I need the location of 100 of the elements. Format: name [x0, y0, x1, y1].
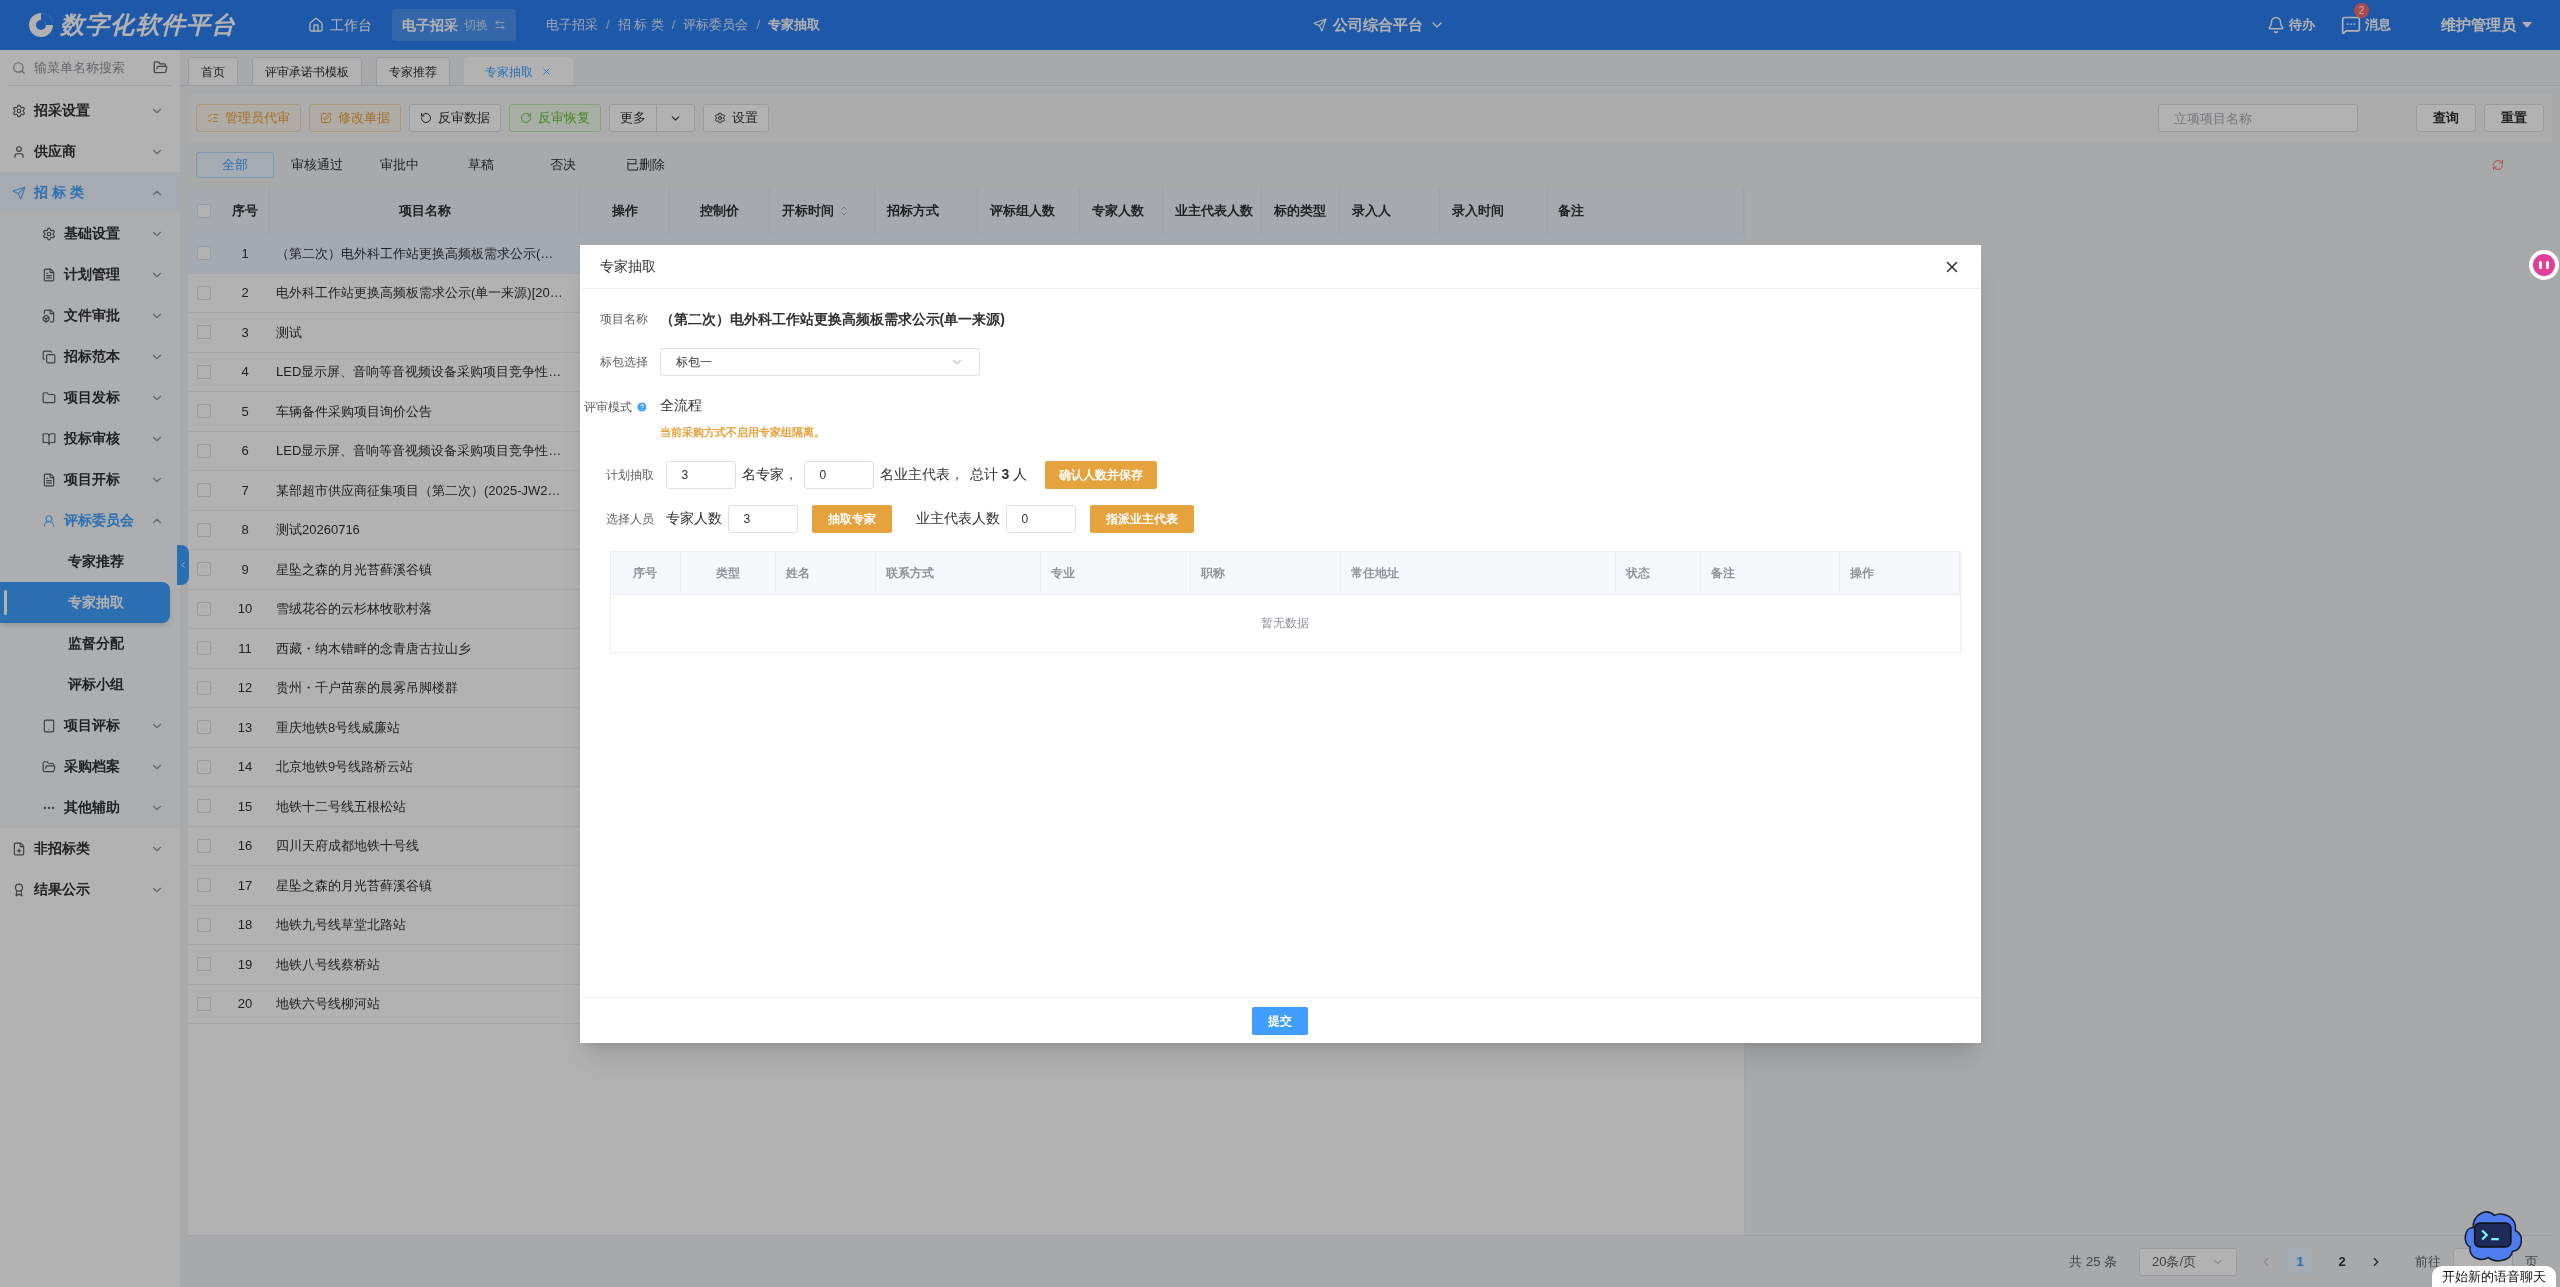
menu-icon	[42, 226, 56, 241]
checkbox[interactable]	[197, 522, 211, 537]
sidebar-item[interactable]: 采购档案	[0, 746, 180, 787]
status-tab[interactable]: 已删除	[606, 152, 684, 178]
close-tab-icon[interactable]	[541, 66, 552, 77]
more-dropdown-button[interactable]: 更多	[609, 104, 695, 132]
table-cell-text: 16	[237, 837, 253, 855]
sidebar-item[interactable]: 文件审批	[0, 295, 180, 336]
chevron-left-icon	[178, 560, 188, 570]
sidebar-item[interactable]: 项目开标	[0, 459, 180, 500]
sidebar-item[interactable]: 评标小组	[0, 664, 180, 705]
status-tab[interactable]: 草稿	[442, 152, 520, 178]
column-header: 录入时间	[1452, 201, 1504, 220]
folder-icon	[153, 60, 168, 75]
table-cell: 星坠之森的月光苔藓溪谷镇	[276, 877, 432, 893]
toolbar-button[interactable]: 设置	[703, 104, 769, 132]
page-tab[interactable]: 首页	[188, 57, 238, 85]
table-cell: LED显示屏、音响等音视频设备采购项目竞争性…	[276, 364, 562, 379]
refresh-icon[interactable]	[2492, 159, 2504, 171]
table-cell: 测试	[276, 324, 302, 340]
search-action-button[interactable]: 查询	[2416, 104, 2476, 132]
menu-icon	[42, 759, 56, 774]
status-tab[interactable]: 审核通过	[278, 152, 356, 178]
column-header: 序号	[633, 564, 657, 582]
selected-owner-field[interactable]: 0	[1005, 504, 1076, 533]
checkbox[interactable]	[197, 878, 211, 893]
sort-icon[interactable]	[838, 204, 850, 217]
column-header: 操作	[611, 201, 638, 220]
sidebar-item[interactable]: 投标审核	[0, 418, 180, 459]
column-header: 常住地址	[1350, 564, 1399, 582]
sidebar-item[interactable]: 其他辅助	[0, 787, 180, 828]
status-tab[interactable]: 否决	[524, 152, 602, 178]
checkbox[interactable]	[197, 680, 211, 695]
button-icon	[520, 112, 532, 124]
swap-icon	[494, 19, 506, 31]
checkbox[interactable]	[197, 720, 211, 735]
sidebar-item[interactable]: 基础设置	[0, 213, 180, 254]
package-select[interactable]: 标包一	[659, 348, 980, 376]
sidebar-item[interactable]: 项目评标	[0, 705, 180, 746]
sidebar-item[interactable]: 结果公示	[0, 869, 180, 910]
page-tab[interactable]: 专家推荐	[376, 57, 450, 85]
column-header: 专业	[1050, 564, 1075, 582]
checkbox[interactable]	[197, 443, 211, 458]
checkbox[interactable]	[197, 203, 211, 218]
checkbox[interactable]	[197, 404, 211, 419]
assistant-bubble[interactable]: 开始新的语音聊天	[2432, 1266, 2556, 1287]
isolation-hint: 当前采购方式不启用专家组隔离。	[659, 425, 825, 440]
selected-expert-field[interactable]: 3	[727, 504, 798, 533]
checkbox[interactable]	[197, 364, 211, 379]
checkbox[interactable]	[197, 325, 211, 340]
menu-icon	[42, 390, 56, 405]
checkbox[interactable]	[197, 996, 211, 1011]
menu-search-field[interactable]: 输菜单名称搜索	[34, 57, 145, 78]
checkbox[interactable]	[197, 483, 211, 498]
menu-icon	[42, 308, 56, 323]
collapse-handle[interactable]	[177, 545, 189, 585]
sidebar-item[interactable]: 计划管理	[0, 254, 180, 295]
checkbox[interactable]	[197, 759, 211, 774]
menu-icon	[12, 144, 26, 159]
breadcrumb-item: 专家抽取	[768, 16, 821, 35]
column-header: 控制价	[700, 201, 739, 220]
total-count: 共 25 条	[2069, 1252, 2117, 1271]
owner-count-field[interactable]: 0	[803, 460, 874, 489]
sidebar-item[interactable]: 供应商	[0, 131, 180, 172]
checkbox[interactable]	[197, 957, 211, 972]
sidebar-item[interactable]: 招标范本	[0, 336, 180, 377]
table-cell: 某部超市供应商征集项目（第二次）(2025-JW2…	[276, 482, 561, 498]
table-cell-text: 13	[237, 718, 253, 737]
checkbox[interactable]	[197, 601, 211, 616]
project-search-field[interactable]: 立项项目名称	[2158, 104, 2358, 132]
sidebar-item[interactable]: 非招标类	[0, 828, 180, 869]
checkbox[interactable]	[197, 838, 211, 853]
checkbox[interactable]	[197, 285, 211, 300]
column-header: 招标方式	[887, 201, 939, 220]
page-size-select[interactable]: 20条/页	[2139, 1247, 2237, 1276]
table-cell: 电外科工作站更换高频板需求公示(单一来源)[20…	[276, 285, 563, 300]
status-tab[interactable]: 审批中	[360, 152, 438, 178]
button-icon	[320, 112, 332, 124]
page-tab[interactable]: 评审承诺书模板	[252, 57, 362, 85]
logo-text: 数字化软件平台	[60, 10, 237, 40]
checkbox[interactable]	[197, 562, 211, 577]
sidebar-item[interactable]: 招采设置	[0, 90, 180, 131]
help-icon[interactable]	[635, 401, 648, 413]
expert-count-field[interactable]: 3	[665, 460, 736, 489]
search-action-button[interactable]: 重置	[2484, 104, 2544, 132]
sidebar-item[interactable]: 监督分配	[0, 623, 180, 664]
dialog-title: 专家抽取	[599, 257, 656, 276]
page-number[interactable]: 2	[2327, 1247, 2357, 1276]
assistant-side-icon[interactable]	[2528, 249, 2560, 281]
column-header: 职称	[1200, 564, 1225, 582]
sidebar-item[interactable]: 项目发标	[0, 377, 180, 418]
checkbox[interactable]	[197, 641, 211, 656]
table-cell-text: 9	[241, 560, 249, 579]
column-header: 联系方式	[885, 564, 934, 582]
checkbox[interactable]	[197, 917, 211, 932]
bell-icon	[2267, 16, 2285, 34]
checkbox[interactable]	[197, 246, 211, 261]
table-cell-text: 7	[241, 481, 249, 500]
checkbox[interactable]	[197, 799, 211, 814]
toolbar-button[interactable]: 反审数据	[409, 104, 501, 132]
